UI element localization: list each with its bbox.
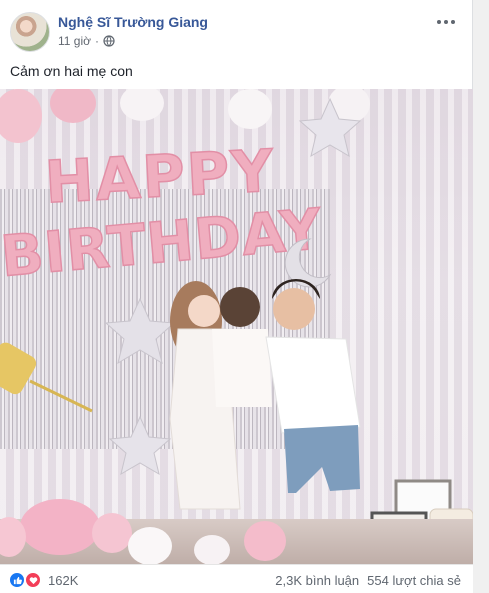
post-photo[interactable]: HAPPY BIRTHDAY — [0, 89, 473, 564]
avatar[interactable] — [10, 12, 50, 52]
post-header: Nghệ Sĩ Trường Giang 11 giờ · — [10, 10, 460, 54]
comments-count-link[interactable]: 2,3K bình luận — [275, 573, 359, 588]
author-name-link[interactable]: Nghệ Sĩ Trường Giang — [58, 14, 208, 30]
more-options-icon[interactable] — [434, 14, 458, 30]
balloon — [92, 513, 132, 553]
shares-count-link[interactable]: 554 lượt chia sẻ — [367, 573, 461, 588]
reactions-summary[interactable]: 162K — [8, 571, 78, 589]
star-balloon — [108, 415, 172, 476]
man-shirt — [265, 336, 361, 434]
post-time-link[interactable]: 11 giờ — [58, 34, 91, 48]
engagement-stats: 2,3K bình luận 554 lượt chia sẻ — [275, 573, 461, 588]
balloon — [194, 535, 230, 564]
globe-icon[interactable] — [103, 35, 115, 47]
post-caption: Cảm ơn hai mẹ con — [10, 63, 133, 79]
man-face — [273, 288, 315, 330]
baby-head — [220, 287, 260, 327]
birthday-foil-balloons: HAPPY BIRTHDAY — [0, 97, 473, 563]
balloon — [244, 521, 286, 561]
post-card: Nghệ Sĩ Trường Giang 11 giờ · Cảm ơn hai… — [0, 0, 473, 593]
post-meta: 11 giờ · — [58, 34, 115, 48]
gold-wand — [0, 342, 37, 395]
woman-face — [188, 295, 220, 327]
star-balloon — [298, 97, 362, 158]
love-icon — [24, 571, 42, 589]
baby-body — [212, 329, 272, 407]
man-jeans — [284, 425, 360, 493]
star-balloon — [104, 297, 176, 365]
balloon — [20, 499, 100, 555]
reaction-count: 162K — [48, 572, 79, 588]
page-scrollbar[interactable] — [473, 0, 489, 593]
balloon — [128, 527, 172, 564]
post-footer: 162K 2,3K bình luận 554 lượt chia sẻ — [0, 564, 473, 593]
